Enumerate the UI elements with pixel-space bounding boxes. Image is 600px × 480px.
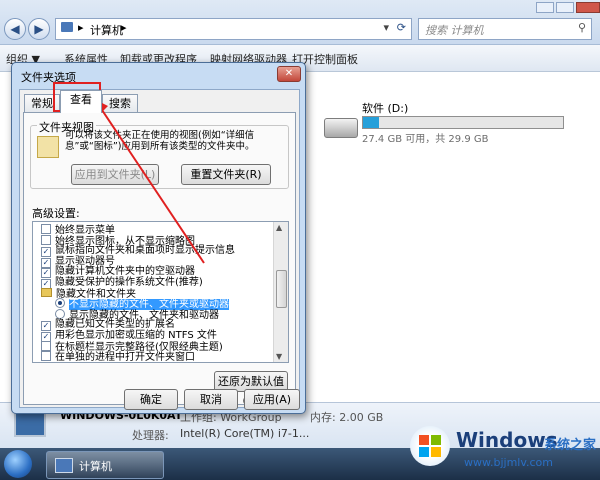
tab-view[interactable]: 查看 bbox=[60, 90, 102, 113]
annotation-arrow bbox=[96, 100, 205, 264]
